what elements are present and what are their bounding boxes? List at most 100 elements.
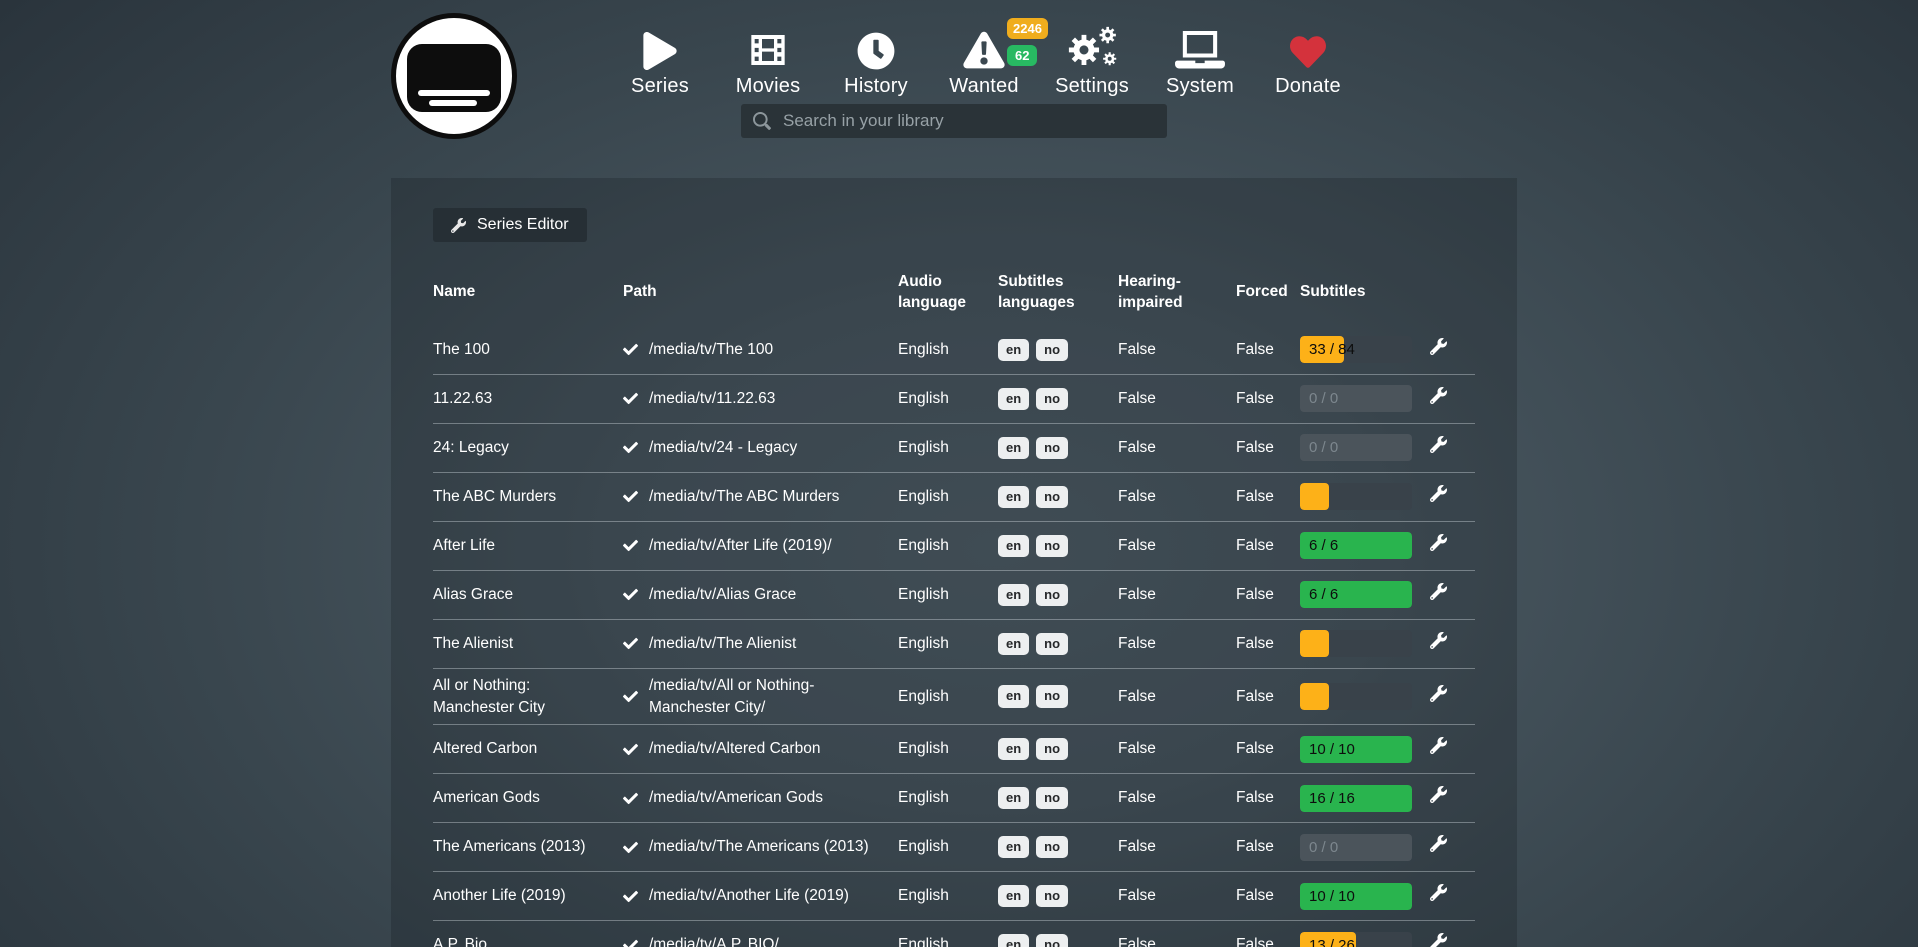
audio-language-value: English xyxy=(898,823,998,872)
row-wrench-icon[interactable] xyxy=(1430,534,1447,551)
row-wrench-icon[interactable] xyxy=(1430,583,1447,600)
column-header-path: Path xyxy=(623,272,898,326)
series-editor-button[interactable]: Series Editor xyxy=(433,208,587,242)
language-chip-en: en xyxy=(998,885,1029,907)
progress-text: 6 / 6 xyxy=(1309,581,1338,608)
language-chip-no: no xyxy=(1036,787,1068,809)
table-row: After Life /media/tv/After Life (2019)/ … xyxy=(433,521,1475,570)
language-chip-en: en xyxy=(998,584,1029,606)
audio-language-value: English xyxy=(898,619,998,668)
hearing-impaired-value: False xyxy=(1118,374,1236,423)
table-row: All or Nothing: Manchester City /media/t… xyxy=(433,668,1475,724)
bazarr-app: Series Movies History Wanted 2246 62 S xyxy=(0,0,1918,947)
nav-item-series[interactable]: Series xyxy=(606,16,714,98)
forced-value: False xyxy=(1236,725,1300,774)
progress-text: 6 / 6 xyxy=(1309,532,1338,559)
forced-value: False xyxy=(1236,668,1300,724)
series-path: /media/tv/Another Life (2019) xyxy=(649,885,849,907)
table-row: Altered Carbon /media/tv/Altered Carbon … xyxy=(433,725,1475,774)
subtitles-progress xyxy=(1300,683,1412,710)
audio-language-value: English xyxy=(898,374,998,423)
check-icon xyxy=(623,538,638,553)
nav-item-system[interactable]: System xyxy=(1146,16,1254,98)
audio-language-value: English xyxy=(898,668,998,724)
series-path: /media/tv/A.P. BIO/ xyxy=(649,934,779,947)
subtitles-progress: 6 / 6 xyxy=(1300,532,1412,559)
series-path: /media/tv/American Gods xyxy=(649,787,823,809)
search-input[interactable] xyxy=(771,110,1155,132)
gears-icon xyxy=(1038,16,1146,70)
language-chip-no: no xyxy=(1036,885,1068,907)
row-wrench-icon[interactable] xyxy=(1430,737,1447,754)
nav-item-donate[interactable]: Donate xyxy=(1254,16,1362,98)
forced-value: False xyxy=(1236,570,1300,619)
row-wrench-icon[interactable] xyxy=(1430,685,1447,702)
table-row: 24: Legacy /media/tv/24 - Legacy English… xyxy=(433,423,1475,472)
language-chip-en: en xyxy=(998,339,1029,361)
language-chip-en: en xyxy=(998,836,1029,858)
series-path: /media/tv/Altered Carbon xyxy=(649,738,820,760)
row-wrench-icon[interactable] xyxy=(1430,835,1447,852)
series-path: /media/tv/The Americans (2013) xyxy=(649,836,869,858)
row-wrench-icon[interactable] xyxy=(1430,632,1447,649)
nav-item-settings[interactable]: Settings xyxy=(1038,16,1146,98)
nav-item-history[interactable]: History xyxy=(822,16,930,98)
check-icon xyxy=(623,342,638,357)
hearing-impaired-value: False xyxy=(1118,423,1236,472)
forced-value: False xyxy=(1236,423,1300,472)
wanted-movies-count-badge: 62 xyxy=(1007,45,1037,66)
language-chip-en: en xyxy=(998,633,1029,655)
series-path: /media/tv/After Life (2019)/ xyxy=(649,535,832,557)
language-chip-no: no xyxy=(1036,339,1068,361)
nav-label: Donate xyxy=(1254,75,1362,98)
forced-value: False xyxy=(1236,921,1300,947)
column-header-forced: Forced xyxy=(1236,272,1300,326)
check-icon xyxy=(623,636,638,651)
series-name: The ABC Murders xyxy=(433,472,623,521)
row-wrench-icon[interactable] xyxy=(1430,436,1447,453)
progress-fill xyxy=(1300,630,1329,657)
row-wrench-icon[interactable] xyxy=(1430,786,1447,803)
check-icon xyxy=(623,489,638,504)
row-wrench-icon[interactable] xyxy=(1430,338,1447,355)
row-wrench-icon[interactable] xyxy=(1430,387,1447,404)
nav-item-wanted[interactable]: Wanted 2246 62 xyxy=(930,16,1038,98)
row-wrench-icon[interactable] xyxy=(1430,485,1447,502)
audio-language-value: English xyxy=(898,725,998,774)
series-path: /media/tv/24 - Legacy xyxy=(649,437,797,459)
main-nav: Series Movies History Wanted 2246 62 S xyxy=(606,16,1362,98)
heart-icon xyxy=(1254,16,1362,70)
series-table: Name Path Audio language Subtitles langu… xyxy=(433,272,1475,947)
check-icon xyxy=(623,689,638,704)
series-editor-label: Series Editor xyxy=(477,216,569,234)
language-chip-no: no xyxy=(1036,437,1068,459)
table-row: The Alienist /media/tv/The Alienist Engl… xyxy=(433,619,1475,668)
check-icon xyxy=(623,840,638,855)
series-path: /media/tv/All or Nothing- Manchester Cit… xyxy=(649,675,890,718)
language-chip-no: no xyxy=(1036,584,1068,606)
series-name: Another Life (2019) xyxy=(433,872,623,921)
table-row: The ABC Murders /media/tv/The ABC Murder… xyxy=(433,472,1475,521)
laptop-icon xyxy=(1146,16,1254,70)
app-logo[interactable] xyxy=(391,13,517,139)
language-chip-no: no xyxy=(1036,633,1068,655)
table-row: A.P. Bio /media/tv/A.P. BIO/ English enn… xyxy=(433,921,1475,947)
table-row: The Americans (2013) /media/tv/The Ameri… xyxy=(433,823,1475,872)
series-name: The 100 xyxy=(433,326,623,375)
subtitles-progress: 0 / 0 xyxy=(1300,434,1412,461)
progress-fill xyxy=(1300,483,1329,510)
check-icon xyxy=(623,391,638,406)
row-wrench-icon[interactable] xyxy=(1430,933,1447,947)
nav-item-movies[interactable]: Movies xyxy=(714,16,822,98)
progress-fill xyxy=(1300,683,1329,710)
series-name: Alias Grace xyxy=(433,570,623,619)
check-icon xyxy=(623,791,638,806)
hearing-impaired-value: False xyxy=(1118,921,1236,947)
hearing-impaired-value: False xyxy=(1118,472,1236,521)
series-name: After Life xyxy=(433,521,623,570)
row-wrench-icon[interactable] xyxy=(1430,884,1447,901)
bazarr-logo-icon xyxy=(407,44,501,112)
audio-language-value: English xyxy=(898,423,998,472)
audio-language-value: English xyxy=(898,921,998,947)
language-chip-no: no xyxy=(1036,836,1068,858)
